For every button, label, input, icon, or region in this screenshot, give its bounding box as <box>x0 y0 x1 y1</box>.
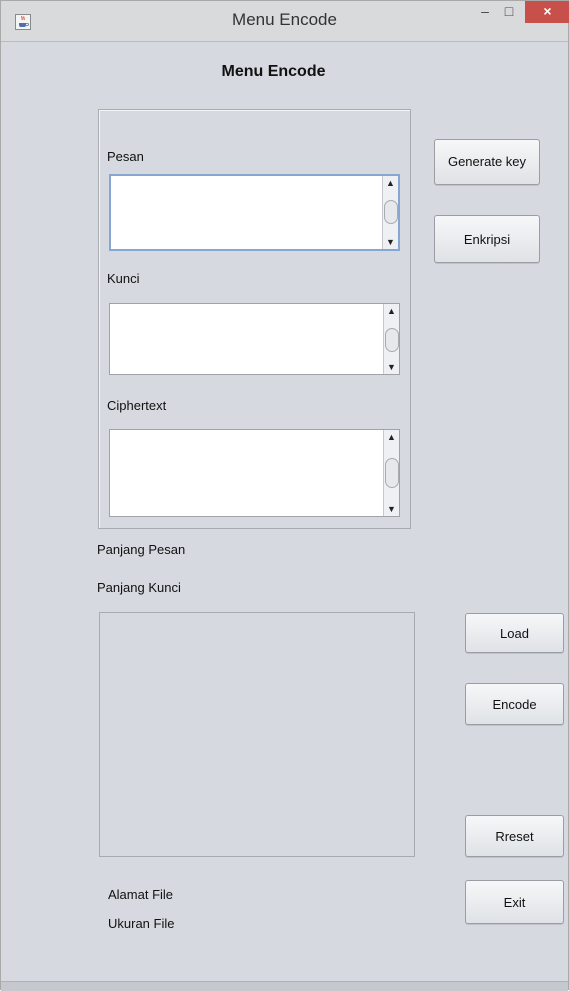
alamat-file-label: Alamat File <box>108 887 174 902</box>
pesan-label: Pesan <box>107 149 144 164</box>
kunci-scrollbar[interactable]: ▲ ▼ <box>383 304 399 374</box>
menu-encode-window: Menu Encode – □ × Menu Encode Pesan ▲ ▼ … <box>0 0 569 991</box>
close-button[interactable]: × <box>525 1 569 23</box>
scroll-thumb[interactable] <box>384 200 398 224</box>
scroll-up-arrow-icon[interactable]: ▲ <box>384 304 399 318</box>
pesan-scrollbar[interactable]: ▲ ▼ <box>382 176 398 249</box>
title-bar[interactable]: Menu Encode – □ × <box>1 1 569 42</box>
reset-button[interactable]: Rreset <box>465 815 564 857</box>
ciphertext-textarea[interactable]: ▲ ▼ <box>109 429 400 517</box>
pesan-textarea[interactable]: ▲ ▼ <box>109 174 400 251</box>
scroll-thumb[interactable] <box>385 328 399 352</box>
scroll-down-arrow-icon[interactable]: ▼ <box>384 360 399 374</box>
enkripsi-button[interactable]: Enkripsi <box>434 215 540 263</box>
load-button[interactable]: Load <box>465 613 564 653</box>
exit-button[interactable]: Exit <box>465 880 564 924</box>
generate-key-button[interactable]: Generate key <box>434 139 540 185</box>
kunci-textarea[interactable]: ▲ ▼ <box>109 303 400 375</box>
panjang-pesan-label: Panjang Pesan <box>97 542 186 557</box>
scroll-down-arrow-icon[interactable]: ▼ <box>383 235 398 249</box>
scroll-thumb[interactable] <box>385 458 399 488</box>
maximize-button[interactable]: □ <box>497 1 521 23</box>
ukuran-file-label: Ukuran File <box>108 916 175 931</box>
scroll-up-arrow-icon[interactable]: ▲ <box>383 176 398 190</box>
page-heading: Menu Encode <box>221 63 326 80</box>
panjang-kunci-label: Panjang Kunci <box>97 580 181 595</box>
image-preview-panel <box>99 612 415 857</box>
ciphertext-scrollbar[interactable]: ▲ ▼ <box>383 430 399 516</box>
encode-button[interactable]: Encode <box>465 683 564 725</box>
scroll-up-arrow-icon[interactable]: ▲ <box>384 430 399 444</box>
minimize-button[interactable]: – <box>473 1 497 23</box>
ciphertext-label: Ciphertext <box>107 398 167 413</box>
kunci-label: Kunci <box>107 271 140 286</box>
scroll-down-arrow-icon[interactable]: ▼ <box>384 502 399 516</box>
